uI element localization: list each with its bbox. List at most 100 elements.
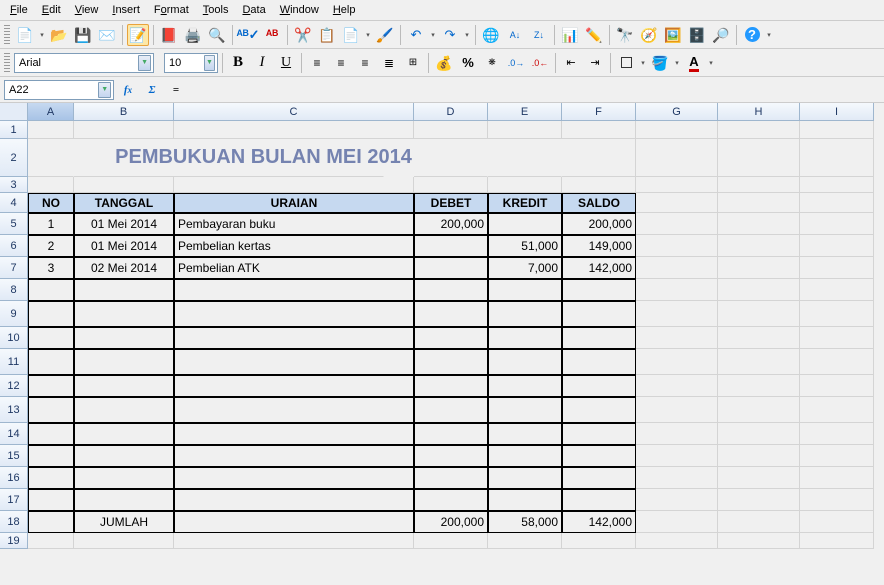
paste-dropdown[interactable]: ▾ bbox=[364, 31, 372, 39]
cell[interactable] bbox=[800, 445, 874, 467]
cell[interactable]: 58,000 bbox=[488, 511, 562, 533]
cell[interactable] bbox=[488, 121, 562, 139]
cell[interactable] bbox=[414, 489, 488, 511]
cell[interactable] bbox=[636, 177, 718, 193]
row-header[interactable]: 4 bbox=[0, 193, 28, 213]
cell[interactable] bbox=[636, 121, 718, 139]
row-header[interactable]: 18 bbox=[0, 511, 28, 533]
row-header[interactable]: 7 bbox=[0, 257, 28, 279]
cell[interactable] bbox=[800, 301, 874, 327]
cell[interactable] bbox=[28, 423, 74, 445]
paste-icon[interactable]: 📄 bbox=[340, 24, 362, 46]
cell[interactable] bbox=[562, 445, 636, 467]
cell[interactable] bbox=[800, 511, 874, 533]
font-size-input[interactable]: 10 bbox=[169, 57, 204, 69]
new-dropdown[interactable]: ▾ bbox=[38, 31, 46, 39]
cell[interactable] bbox=[488, 445, 562, 467]
cell[interactable] bbox=[488, 349, 562, 375]
column-header[interactable]: D bbox=[414, 103, 488, 121]
cell[interactable] bbox=[562, 349, 636, 375]
cell[interactable] bbox=[74, 489, 174, 511]
cell[interactable] bbox=[562, 279, 636, 301]
cell[interactable] bbox=[800, 375, 874, 397]
cell[interactable] bbox=[28, 301, 74, 327]
cell-reference-combo[interactable]: A22 ▼ bbox=[4, 80, 114, 100]
cell[interactable] bbox=[414, 177, 488, 193]
format-paintbrush-icon[interactable]: 🖌️ bbox=[374, 24, 396, 46]
cell[interactable] bbox=[636, 467, 718, 489]
decrease-indent-icon[interactable]: ⇤ bbox=[560, 52, 582, 74]
cell[interactable] bbox=[718, 445, 800, 467]
cell[interactable]: 200,000 bbox=[414, 511, 488, 533]
cell[interactable] bbox=[414, 121, 488, 139]
cell[interactable] bbox=[636, 349, 718, 375]
column-header[interactable]: B bbox=[74, 103, 174, 121]
save-icon[interactable]: 💾 bbox=[72, 24, 94, 46]
remove-decimal-icon[interactable]: .0← bbox=[529, 52, 551, 74]
cell[interactable] bbox=[488, 139, 562, 177]
row-header[interactable]: 10 bbox=[0, 327, 28, 349]
chart-icon[interactable]: 📊 bbox=[559, 24, 581, 46]
export-pdf-icon[interactable]: 📕 bbox=[158, 24, 180, 46]
font-name-input[interactable]: Arial bbox=[19, 57, 138, 69]
row-header[interactable]: 14 bbox=[0, 423, 28, 445]
select-all-corner[interactable] bbox=[0, 103, 28, 121]
cell[interactable]: PEMBUKUAN BULAN MEI 2014 bbox=[144, 139, 384, 177]
mail-icon[interactable]: ✉️ bbox=[96, 24, 118, 46]
align-right-icon[interactable]: ≡ bbox=[354, 52, 376, 74]
cell[interactable] bbox=[636, 193, 718, 213]
cell[interactable]: SALDO bbox=[562, 193, 636, 213]
cell[interactable] bbox=[800, 489, 874, 511]
currency-icon[interactable]: 💰 bbox=[433, 52, 455, 74]
cell[interactable] bbox=[174, 121, 414, 139]
cell[interactable] bbox=[28, 279, 74, 301]
cell[interactable] bbox=[414, 533, 488, 549]
cell[interactable] bbox=[414, 423, 488, 445]
chevron-down-icon[interactable]: ▼ bbox=[138, 55, 151, 71]
toolbar-grip[interactable] bbox=[4, 25, 10, 45]
cell[interactable] bbox=[414, 139, 488, 177]
menu-edit[interactable]: Edit bbox=[36, 2, 67, 18]
row-header[interactable]: 8 bbox=[0, 279, 28, 301]
menu-file[interactable]: File bbox=[4, 2, 34, 18]
cell[interactable] bbox=[800, 397, 874, 423]
sum-icon[interactable]: Σ bbox=[142, 81, 162, 99]
cell[interactable] bbox=[562, 489, 636, 511]
row-header[interactable]: 1 bbox=[0, 121, 28, 139]
cell[interactable]: KREDIT bbox=[488, 193, 562, 213]
fontcolor-icon[interactable]: A bbox=[683, 52, 705, 74]
cell[interactable] bbox=[718, 139, 800, 177]
italic-icon[interactable]: I bbox=[251, 52, 273, 74]
cell[interactable] bbox=[718, 279, 800, 301]
cut-icon[interactable]: ✂️ bbox=[292, 24, 314, 46]
cell[interactable] bbox=[28, 511, 74, 533]
bold-icon[interactable]: B bbox=[227, 52, 249, 74]
cell[interactable]: 7,000 bbox=[488, 257, 562, 279]
cell[interactable] bbox=[488, 397, 562, 423]
cell[interactable] bbox=[488, 467, 562, 489]
redo-icon[interactable]: ↷ bbox=[439, 24, 461, 46]
fontcolor-dropdown[interactable]: ▾ bbox=[707, 59, 715, 67]
cell[interactable] bbox=[800, 121, 874, 139]
cell[interactable] bbox=[718, 235, 800, 257]
cell[interactable]: Pembelian ATK bbox=[174, 257, 414, 279]
cell[interactable] bbox=[636, 397, 718, 423]
menu-format[interactable]: Format bbox=[148, 2, 195, 18]
row-header[interactable]: 11 bbox=[0, 349, 28, 375]
cell[interactable]: URAIAN bbox=[174, 193, 414, 213]
column-header[interactable]: A bbox=[28, 103, 74, 121]
cell[interactable] bbox=[636, 375, 718, 397]
cell[interactable] bbox=[174, 397, 414, 423]
column-header[interactable]: H bbox=[718, 103, 800, 121]
cell[interactable] bbox=[74, 397, 174, 423]
hyperlink-icon[interactable]: 🌐 bbox=[480, 24, 502, 46]
menu-help[interactable]: Help bbox=[327, 2, 362, 18]
column-header[interactable]: G bbox=[636, 103, 718, 121]
cell[interactable]: TANGGAL bbox=[74, 193, 174, 213]
cell[interactable] bbox=[636, 139, 718, 177]
cell[interactable] bbox=[718, 257, 800, 279]
cell[interactable]: 1 bbox=[28, 213, 74, 235]
cell[interactable] bbox=[636, 533, 718, 549]
cell[interactable] bbox=[28, 375, 74, 397]
cell-reference-input[interactable]: A22 bbox=[9, 84, 98, 96]
